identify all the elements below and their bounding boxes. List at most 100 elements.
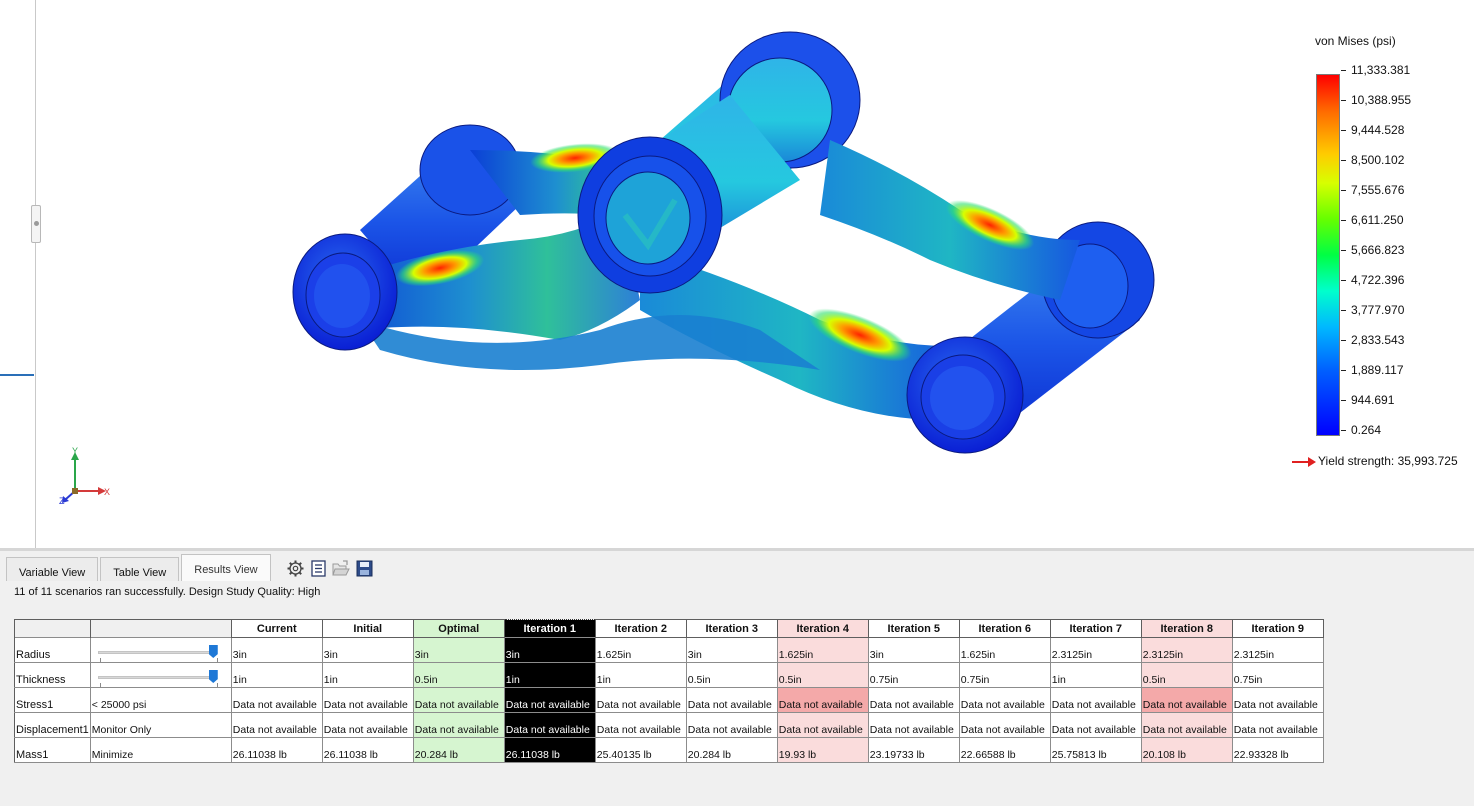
column-header[interactable]: Iteration 9 [1231, 619, 1324, 638]
result-cell[interactable]: Data not available [1140, 712, 1233, 738]
open-folder-icon[interactable] [332, 559, 350, 577]
header-corner [89, 619, 232, 638]
save-icon[interactable] [355, 559, 373, 577]
result-cell[interactable]: 2.3125in [1231, 637, 1324, 663]
column-header[interactable]: Iteration 1 [503, 619, 596, 638]
tab-variable-view[interactable]: Variable View [6, 557, 99, 581]
variable-slider[interactable] [97, 670, 220, 687]
result-cell[interactable]: Data not available [1231, 687, 1324, 713]
row-condition: < 25000 psi [89, 687, 232, 713]
result-cell[interactable]: 20.284 lb [412, 737, 505, 763]
triad-axes-icon [62, 452, 106, 503]
result-cell[interactable]: 2.3125in [1049, 637, 1142, 663]
red-arrow-icon [1292, 454, 1318, 468]
slider-thumb[interactable] [208, 670, 218, 683]
column-header[interactable]: Iteration 6 [958, 619, 1051, 638]
column-header[interactable]: Iteration 5 [867, 619, 960, 638]
result-cell[interactable]: 20.108 lb [1140, 737, 1233, 763]
result-cell[interactable]: Data not available [594, 687, 687, 713]
result-cell[interactable]: 1in [503, 662, 596, 688]
result-cell[interactable]: 26.11038 lb [503, 737, 596, 763]
result-cell[interactable]: 26.11038 lb [321, 737, 414, 763]
result-cell[interactable]: 22.66588 lb [958, 737, 1051, 763]
result-cell[interactable]: Data not available [1049, 712, 1142, 738]
column-header[interactable]: Current [230, 619, 323, 638]
result-cell[interactable]: Data not available [1049, 687, 1142, 713]
result-cell[interactable]: 0.5in [776, 662, 869, 688]
result-cell[interactable]: 0.5in [685, 662, 778, 688]
result-cell[interactable]: 0.5in [1140, 662, 1233, 688]
legend-value: 10,388.955 [1351, 93, 1412, 107]
column-header[interactable]: Iteration 8 [1140, 619, 1233, 638]
result-cell[interactable]: Data not available [1231, 712, 1324, 738]
result-cell[interactable]: Data not available [594, 712, 687, 738]
result-cell[interactable]: 1.625in [958, 637, 1051, 663]
slider-thumb[interactable] [208, 645, 218, 658]
column-header[interactable]: Iteration 4 [776, 619, 869, 638]
result-cell[interactable]: 22.93328 lb [1231, 737, 1324, 763]
row-condition: Minimize [89, 737, 232, 763]
result-cell[interactable]: 19.93 lb [776, 737, 869, 763]
variable-slider[interactable] [97, 645, 220, 662]
result-cell[interactable]: Data not available [412, 712, 505, 738]
result-cell[interactable]: Data not available [1140, 687, 1233, 713]
result-cell[interactable]: Data not available [685, 687, 778, 713]
result-cell[interactable]: Data not available [867, 712, 960, 738]
result-cell[interactable]: Data not available [867, 687, 960, 713]
result-cell[interactable]: Data not available [776, 712, 869, 738]
result-cell[interactable]: 20.284 lb [685, 737, 778, 763]
result-cell[interactable]: Data not available [958, 687, 1051, 713]
legend-value: 11,333.381 [1351, 63, 1411, 77]
legend-tick [1341, 70, 1346, 71]
result-cell[interactable]: Data not available [230, 712, 323, 738]
result-cell[interactable]: 0.75in [958, 662, 1051, 688]
legend-tick [1341, 400, 1346, 401]
graphics-viewport[interactable]: von Mises (psi) 11,333.381 10,388.955 9,44… [0, 0, 1474, 548]
result-cell[interactable]: 3in [412, 637, 505, 663]
result-cell[interactable]: 3in [321, 637, 414, 663]
legend-tick [1341, 250, 1346, 251]
column-header[interactable]: Iteration 3 [685, 619, 778, 638]
result-cell[interactable]: 3in [503, 637, 596, 663]
result-cell[interactable]: Data not available [776, 687, 869, 713]
tab-table-view[interactable]: Table View [100, 557, 180, 581]
result-cell[interactable]: 1in [1049, 662, 1142, 688]
table-row: Displacement1 Monitor Only Data not availa… [14, 712, 1324, 738]
result-cell[interactable]: 1in [230, 662, 323, 688]
result-cell[interactable]: Data not available [321, 712, 414, 738]
status-message: 11 of 11 scenarios ran successfully. Des… [14, 586, 321, 598]
result-cell[interactable]: 0.5in [412, 662, 505, 688]
result-cell[interactable]: 1in [594, 662, 687, 688]
result-cell[interactable]: Data not available [321, 687, 414, 713]
column-header[interactable]: Optimal [412, 619, 505, 638]
column-header[interactable]: Iteration 2 [594, 619, 687, 638]
result-cell[interactable]: 0.75in [1231, 662, 1324, 688]
result-cell[interactable]: 1.625in [594, 637, 687, 663]
legend-value: 5,666.823 [1351, 243, 1405, 257]
row-label: Mass1 [14, 737, 91, 763]
result-cell[interactable]: 3in [685, 637, 778, 663]
result-cell[interactable]: 1.625in [776, 637, 869, 663]
result-cell[interactable]: Data not available [503, 687, 596, 713]
tab-results-view[interactable]: Results View [181, 554, 271, 581]
fea-model-render[interactable] [0, 0, 1474, 548]
design-study-panel: Variable View Table View Results View 11… [0, 548, 1474, 806]
result-cell[interactable]: Data not available [412, 687, 505, 713]
result-cell[interactable]: 0.75in [867, 662, 960, 688]
result-cell[interactable]: 1in [321, 662, 414, 688]
result-cell[interactable]: 3in [230, 637, 323, 663]
result-cell[interactable]: 25.40135 lb [594, 737, 687, 763]
result-cell[interactable]: Data not available [958, 712, 1051, 738]
result-cell[interactable]: 3in [867, 637, 960, 663]
result-cell[interactable]: 23.19733 lb [867, 737, 960, 763]
list-icon[interactable] [309, 559, 327, 577]
column-header[interactable]: Initial [321, 619, 414, 638]
result-cell[interactable]: 26.11038 lb [230, 737, 323, 763]
column-header[interactable]: Iteration 7 [1049, 619, 1142, 638]
result-cell[interactable]: Data not available [503, 712, 596, 738]
result-cell[interactable]: Data not available [685, 712, 778, 738]
result-cell[interactable]: 2.3125in [1140, 637, 1233, 663]
settings-icon[interactable] [286, 559, 304, 577]
result-cell[interactable]: Data not available [230, 687, 323, 713]
result-cell[interactable]: 25.75813 lb [1049, 737, 1142, 763]
